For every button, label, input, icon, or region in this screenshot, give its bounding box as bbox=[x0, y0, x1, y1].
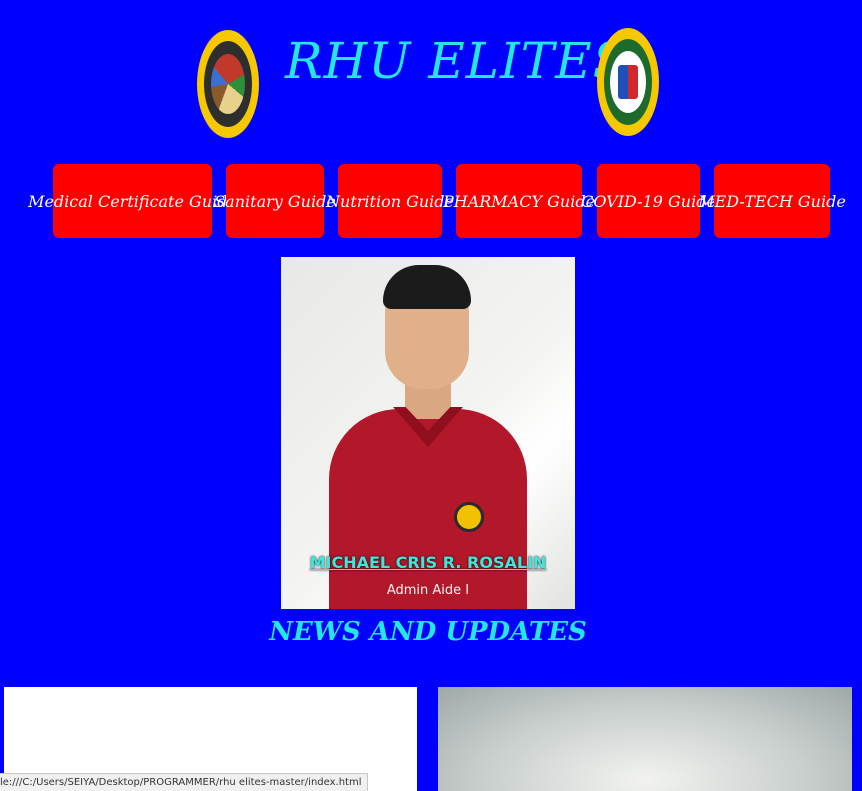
browser-status-url: le:///C:/Users/SEIYA/Desktop/PROGRAMMER/… bbox=[0, 773, 369, 791]
page: RHU ELITES Medical Certificate Guide San… bbox=[0, 0, 862, 791]
nav-covid19-guide[interactable]: COVID-19 Guide bbox=[581, 164, 716, 238]
profile-photo: MICHAEL CRIS R. ROSALIN Admin Aide I bbox=[281, 257, 575, 609]
nav-sanitary-guide[interactable]: Sanitary Guide bbox=[214, 164, 336, 238]
manaoag-seal-logo bbox=[197, 30, 259, 138]
doh-seal-logo bbox=[597, 28, 659, 136]
site-title: RHU ELITES bbox=[285, 32, 628, 90]
nav-pharmacy-guide[interactable]: PHARMACY Guide bbox=[443, 164, 595, 238]
news-card-image[interactable] bbox=[438, 687, 852, 791]
shirt-badge-icon bbox=[454, 502, 484, 532]
nav-medtech-guide[interactable]: MED-TECH Guide bbox=[698, 164, 846, 238]
nav-nutrition-guide[interactable]: Nutrition Guide bbox=[326, 164, 454, 238]
nav-medical-certificate-guide[interactable]: Medical Certificate Guide bbox=[28, 164, 237, 238]
profile-name: MICHAEL CRIS R. ROSALIN bbox=[309, 553, 547, 572]
profile-role: Admin Aide I bbox=[386, 583, 470, 598]
news-section-title: NEWS AND UPDATES bbox=[269, 617, 587, 647]
